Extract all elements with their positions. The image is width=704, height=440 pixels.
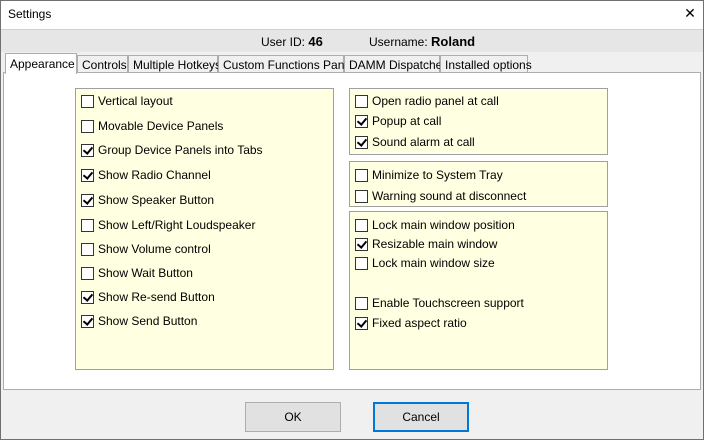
- option-show-volume-control[interactable]: Show Volume control: [81, 241, 211, 257]
- option-movable-device-panels[interactable]: Movable Device Panels: [81, 118, 223, 134]
- option-show-left-right-loudspeaker[interactable]: Show Left/Right Loudspeaker: [81, 217, 255, 233]
- option-lock-window-size[interactable]: Lock main window size: [355, 255, 495, 271]
- checkbox[interactable]: [355, 189, 368, 203]
- checkbox[interactable]: [355, 256, 368, 270]
- checkbox[interactable]: [81, 94, 94, 108]
- option-label: Open radio panel at call: [372, 94, 499, 108]
- tab-damm-dispatcher[interactable]: DAMM Dispatcher: [344, 55, 446, 73]
- tab-multiple-hotkeys[interactable]: Multiple Hotkeys: [128, 55, 221, 73]
- option-show-radio-channel[interactable]: Show Radio Channel: [81, 167, 211, 183]
- username-value: Roland: [431, 34, 476, 49]
- checkbox[interactable]: [355, 296, 368, 310]
- window-title: Settings: [8, 7, 52, 21]
- option-lock-window-position[interactable]: Lock main window position: [355, 217, 515, 233]
- option-label: Show Left/Right Loudspeaker: [98, 218, 256, 232]
- tab-strip: Appearance Controls Multiple Hotkeys Cus…: [3, 53, 703, 74]
- option-touchscreen-support[interactable]: Enable Touchscreen support: [355, 295, 524, 311]
- option-label: Popup at call: [372, 114, 442, 128]
- user-id-info: User ID: 46: [261, 34, 323, 49]
- option-label: Group Device Panels into Tabs: [98, 143, 263, 157]
- checkbox[interactable]: [81, 143, 94, 157]
- option-sound-alarm[interactable]: Sound alarm at call: [355, 134, 475, 150]
- tab-controls[interactable]: Controls: [77, 55, 128, 73]
- option-show-resend-button[interactable]: Show Re-send Button: [81, 289, 215, 305]
- checkbox[interactable]: [81, 242, 94, 256]
- option-label: Show Re-send Button: [98, 290, 215, 304]
- option-fixed-aspect-ratio[interactable]: Fixed aspect ratio: [355, 315, 467, 331]
- checkbox[interactable]: [355, 316, 368, 330]
- option-label: Show Volume control: [98, 242, 211, 256]
- username-info: Username: Roland: [369, 34, 475, 49]
- option-label: Vertical layout: [98, 94, 173, 108]
- option-show-send-button[interactable]: Show Send Button: [81, 313, 197, 329]
- tab-appearance[interactable]: Appearance: [5, 53, 77, 74]
- checkbox[interactable]: [81, 314, 94, 328]
- window-options-group: Lock main window position Resizable main…: [349, 211, 608, 370]
- checkbox[interactable]: [81, 119, 94, 133]
- option-label: Show Radio Channel: [98, 168, 211, 182]
- option-vertical-layout[interactable]: Vertical layout: [81, 93, 173, 109]
- ok-button[interactable]: OK: [245, 402, 341, 432]
- checkbox[interactable]: [81, 168, 94, 182]
- checkbox[interactable]: [355, 94, 368, 108]
- option-label: Enable Touchscreen support: [372, 296, 524, 310]
- option-minimize-to-tray[interactable]: Minimize to System Tray: [355, 167, 503, 183]
- option-show-wait-button[interactable]: Show Wait Button: [81, 265, 193, 281]
- option-popup-at-call[interactable]: Popup at call: [355, 113, 441, 129]
- username-label: Username:: [369, 35, 428, 49]
- checkbox[interactable]: [355, 168, 368, 182]
- option-open-radio-panel[interactable]: Open radio panel at call: [355, 93, 499, 109]
- checkbox[interactable]: [355, 218, 368, 232]
- user-id-value: 46: [308, 34, 323, 49]
- option-show-speaker-button[interactable]: Show Speaker Button: [81, 192, 214, 208]
- option-warning-sound[interactable]: Warning sound at disconnect: [355, 188, 526, 204]
- option-label: Show Send Button: [98, 314, 198, 328]
- option-label: Movable Device Panels: [98, 119, 224, 133]
- tab-installed-options[interactable]: Installed options: [440, 55, 532, 73]
- option-label: Show Wait Button: [98, 266, 193, 280]
- option-group-device-panels[interactable]: Group Device Panels into Tabs: [81, 142, 263, 158]
- checkbox[interactable]: [81, 218, 94, 232]
- option-label: Sound alarm at call: [372, 135, 475, 149]
- option-label: Fixed aspect ratio: [372, 316, 467, 330]
- settings-window: Settings ✕ User ID: 46 Username: Roland …: [0, 0, 704, 440]
- system-options-group: Minimize to System Tray Warning sound at…: [349, 161, 608, 207]
- close-icon[interactable]: ✕: [683, 6, 697, 20]
- layout-options-group: Vertical layout Movable Device Panels Gr…: [75, 88, 334, 370]
- checkbox[interactable]: [81, 290, 94, 304]
- user-info-bar: User ID: 46 Username: Roland: [1, 29, 703, 52]
- dialog-footer: OK Cancel: [1, 391, 703, 439]
- option-resizable-window[interactable]: Resizable main window: [355, 236, 497, 252]
- title-bar: Settings ✕: [1, 1, 703, 29]
- checkbox[interactable]: [355, 237, 368, 251]
- checkbox[interactable]: [355, 135, 368, 149]
- checkbox[interactable]: [355, 114, 368, 128]
- appearance-panel: Vertical layout Movable Device Panels Gr…: [3, 72, 701, 390]
- tab-custom-functions-panel[interactable]: Custom Functions Panel: [218, 55, 354, 73]
- call-options-group: Open radio panel at call Popup at call S…: [349, 88, 608, 155]
- user-id-label: User ID:: [261, 35, 306, 49]
- option-label: Lock main window position: [372, 218, 515, 232]
- cancel-button[interactable]: Cancel: [373, 402, 469, 432]
- option-label: Show Speaker Button: [98, 193, 215, 207]
- option-label: Warning sound at disconnect: [372, 189, 527, 203]
- checkbox[interactable]: [81, 266, 94, 280]
- option-label: Resizable main window: [372, 237, 498, 251]
- option-label: Lock main window size: [372, 256, 495, 270]
- option-label: Minimize to System Tray: [372, 168, 503, 182]
- checkbox[interactable]: [81, 193, 94, 207]
